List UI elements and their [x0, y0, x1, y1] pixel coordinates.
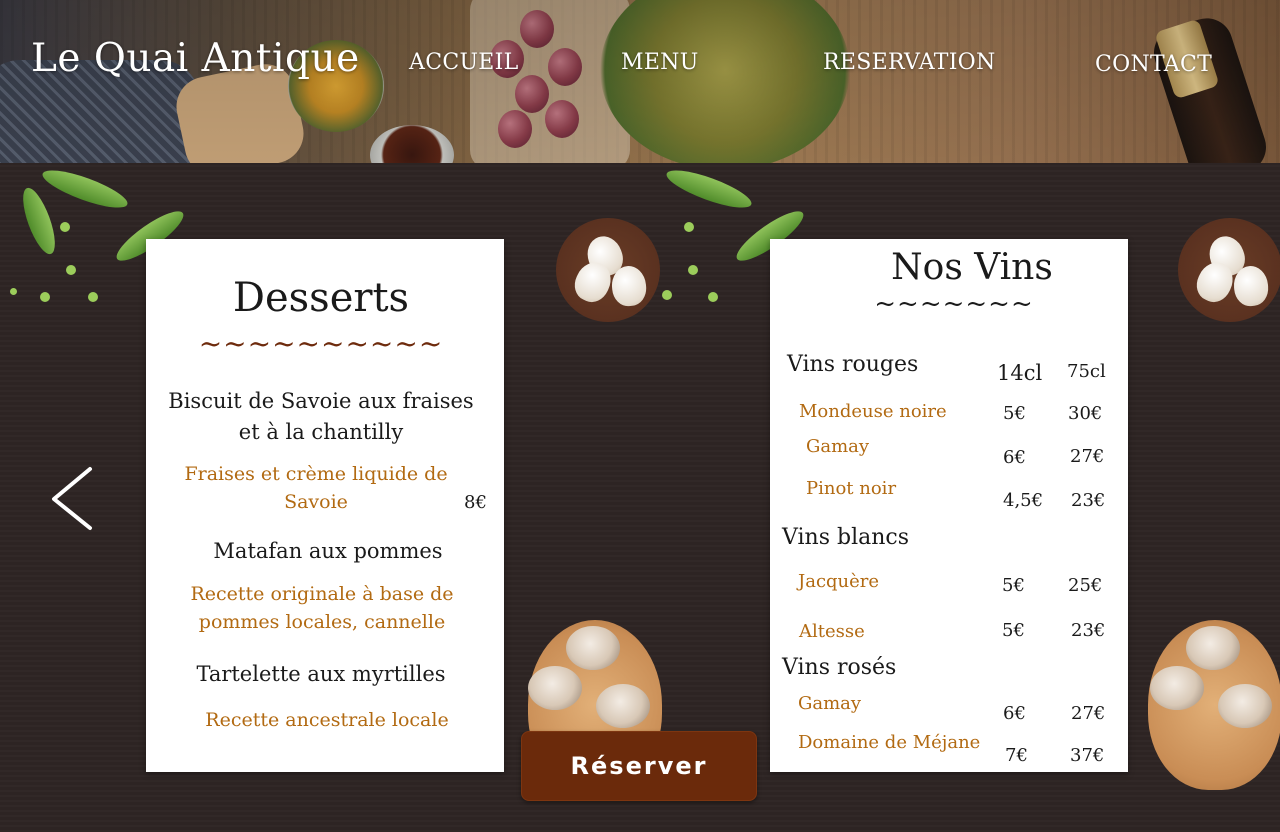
wine-price-14cl: 5€	[1002, 620, 1025, 641]
dessert-description: pommes locales, cannelle	[198, 611, 446, 633]
mushroom-image	[1218, 684, 1272, 728]
dessert-name: Tartelette aux myrtilles	[196, 662, 446, 686]
wine-name: Mondeuse noire	[799, 401, 947, 422]
wine-name: Pinot noir	[806, 478, 897, 499]
nav-item-contact[interactable]: CONTACT	[1095, 52, 1212, 77]
chevron-left-icon[interactable]	[44, 464, 104, 534]
pea-image	[708, 292, 718, 302]
dessert-name: et à la chantilly	[238, 420, 404, 444]
mushroom-image	[566, 626, 620, 670]
pea-image	[40, 292, 50, 302]
title-divider: ~~~~~~~~~~	[198, 327, 444, 360]
card-title: Desserts	[232, 275, 410, 321]
pea-image	[684, 222, 694, 232]
wine-name: Domaine de Méjane	[798, 732, 981, 753]
wine-price-14cl: 5€	[1003, 403, 1026, 424]
wine-section-title: Vins blancs	[782, 525, 910, 550]
wine-price-75cl: 37€	[1070, 745, 1105, 766]
dessert-description: Recette originale à base de	[190, 583, 454, 605]
wine-price-14cl: 6€	[1003, 447, 1026, 468]
desserts-card: Desserts ~~~~~~~~~~ Biscuit de Savoie au…	[146, 239, 504, 772]
mushroom-image	[1186, 626, 1240, 670]
dessert-price: 8€	[464, 492, 487, 513]
wine-price-75cl: 27€	[1071, 703, 1106, 724]
wine-price-14cl: 6€	[1003, 703, 1026, 724]
pea-image	[10, 288, 17, 295]
pea-image	[60, 222, 70, 232]
wine-price-75cl: 25€	[1068, 575, 1103, 596]
wine-name: Altesse	[799, 621, 865, 642]
pea-image	[688, 265, 698, 275]
wine-price-14cl: 7€	[1005, 745, 1028, 766]
mushroom-image	[528, 666, 582, 710]
wine-name: Gamay	[798, 693, 862, 714]
card-title: Nos Vins	[891, 247, 1053, 288]
wine-section-title: Vins rouges	[787, 352, 919, 377]
mushroom-image	[596, 684, 650, 728]
wine-section-title: Vins rosés	[782, 655, 897, 680]
nav-item-menu[interactable]: MENU	[621, 50, 699, 75]
header-banner	[0, 0, 1280, 163]
column-header-75cl: 75cl	[1067, 361, 1106, 382]
mushroom-image	[1150, 666, 1204, 710]
wine-price-75cl: 23€	[1071, 620, 1106, 641]
title-divider: ~~~~~~~	[874, 289, 1034, 319]
pea-image	[88, 292, 98, 302]
wine-price-75cl: 30€	[1068, 403, 1103, 424]
dessert-description: Savoie	[284, 491, 348, 513]
wine-price-14cl: 5€	[1002, 575, 1025, 596]
wine-price-75cl: 27€	[1070, 446, 1105, 467]
dessert-name: Biscuit de Savoie aux fraises	[168, 389, 474, 413]
wines-card: Nos Vins ~~~~~~~ 14cl 75cl Vins rouges M…	[770, 239, 1128, 772]
pea-image	[662, 290, 672, 300]
nav-item-accueil[interactable]: ACCUEIL	[409, 50, 519, 75]
nav-item-reservation[interactable]: RESERVATION	[823, 50, 996, 75]
wine-price-14cl: 4,5€	[1003, 490, 1044, 511]
wine-price-75cl: 23€	[1071, 490, 1106, 511]
dessert-name: Matafan aux pommes	[213, 539, 443, 563]
pea-image	[66, 265, 76, 275]
reserve-button[interactable]: Réserver	[521, 731, 757, 801]
wine-name: Gamay	[806, 436, 870, 457]
brand-logo[interactable]: Le Quai Antique	[31, 36, 360, 81]
dessert-description: Fraises et crème liquide de	[184, 463, 448, 485]
dessert-description: Recette ancestrale locale	[205, 709, 449, 731]
wine-name: Jacquère	[798, 571, 880, 592]
column-header-14cl: 14cl	[997, 361, 1043, 385]
